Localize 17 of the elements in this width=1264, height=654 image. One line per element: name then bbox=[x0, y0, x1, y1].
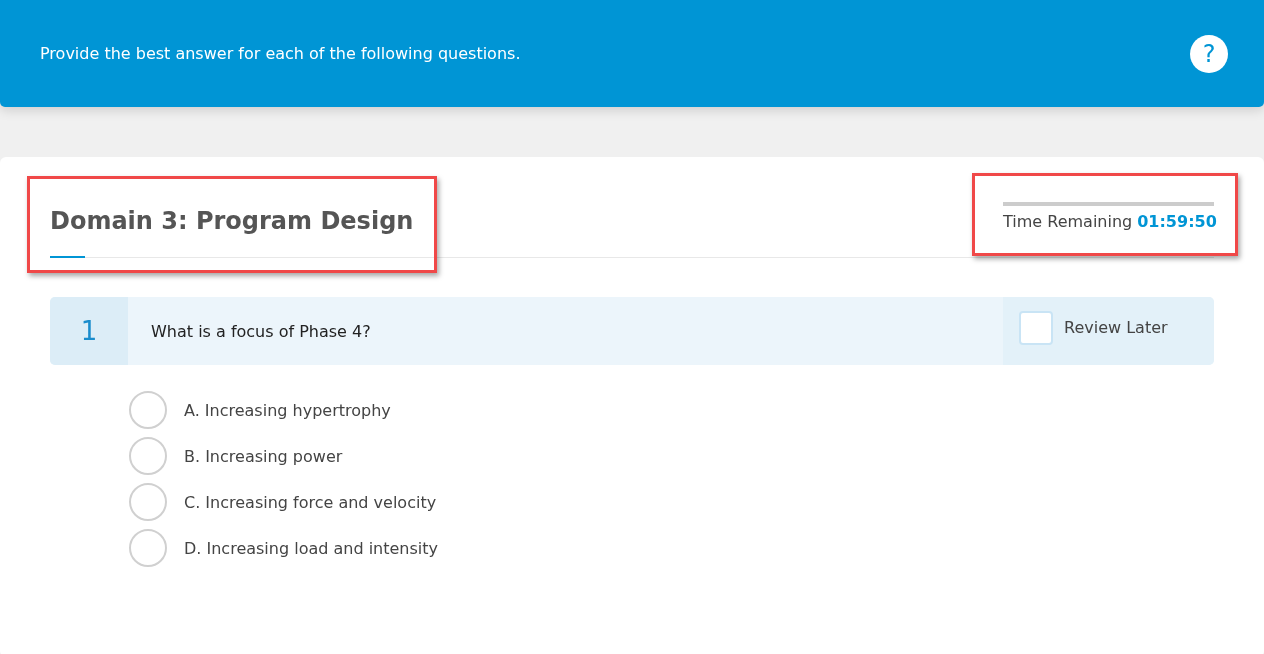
radio-button[interactable] bbox=[129, 483, 167, 521]
radio-button[interactable] bbox=[129, 391, 167, 429]
answer-option[interactable]: B. Increasing power bbox=[184, 446, 343, 466]
answer-option[interactable]: D. Increasing load and intensity bbox=[184, 538, 439, 558]
instructions-text: Provide the best answer for each of the following questions. bbox=[40, 44, 521, 63]
review-checkbox[interactable] bbox=[1019, 311, 1053, 345]
timer-value: 01:59:50 bbox=[1137, 212, 1217, 231]
question-text: What is a focus of Phase 4? bbox=[150, 320, 372, 343]
radio-button[interactable] bbox=[129, 437, 167, 475]
radio-button[interactable] bbox=[129, 529, 167, 567]
section-title: Domain 3: Program Design bbox=[50, 206, 414, 237]
timer-label: Time Remaining bbox=[1003, 212, 1133, 231]
title-underline bbox=[50, 256, 85, 258]
answer-option[interactable]: C. Increasing force and velocity bbox=[184, 492, 437, 512]
question-number: 1 bbox=[50, 297, 128, 365]
review-label: Review Later bbox=[1064, 318, 1168, 337]
answer-option[interactable]: A. Increasing hypertrophy bbox=[184, 400, 391, 420]
